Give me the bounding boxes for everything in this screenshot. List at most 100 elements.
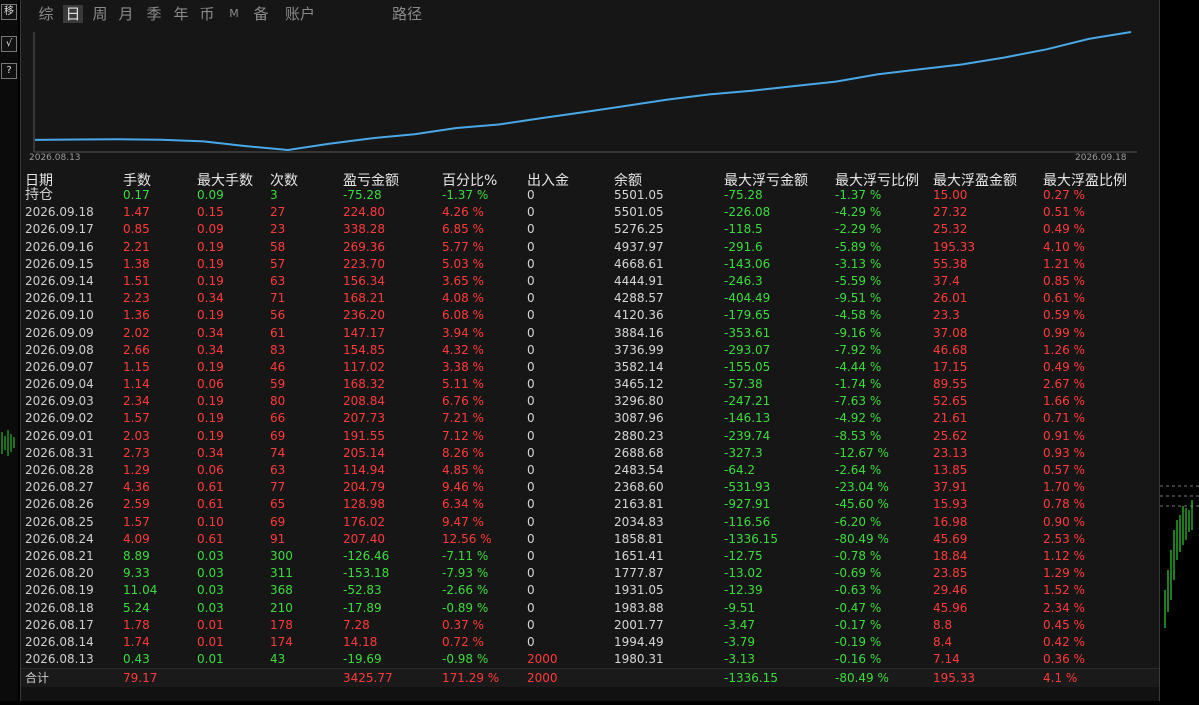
cell-lots: 1.78 [123, 617, 150, 632]
cell-count: 300 [270, 548, 293, 563]
cell-percent: -1.37 % [442, 188, 489, 202]
cell-deposit: 0 [527, 514, 535, 529]
cell-pnl: 14.18 [343, 634, 378, 649]
cell-max-float-loss: -3.79 [724, 634, 756, 649]
cell-count: 80 [270, 394, 286, 409]
tab-yearly[interactable]: 年 [172, 5, 190, 23]
cell-max-float-profit: 23.13 [933, 445, 968, 460]
table-row: 2026.08.17 1.78 0.01 178 7.28 0.37 % 0 2001.77 -… [21, 617, 1159, 634]
cell-deposit: 0 [527, 342, 535, 357]
table-row: 2026.09.01 2.03 0.19 69 191.55 7.12 % 0 2880.23… [21, 428, 1159, 445]
bottom-strip [21, 687, 1159, 701]
cell-max-float-loss: -291.6 [724, 239, 763, 254]
cell-percent: 4.85 % [442, 463, 484, 477]
tab-monthly[interactable]: 月 [117, 5, 135, 23]
cell-count: 63 [270, 463, 286, 477]
cell-max-float-profit: 46.68 [933, 342, 968, 357]
cell-date: 2026.09.08 [25, 342, 94, 357]
tab-notes[interactable]: 备 [252, 5, 270, 23]
cell-max-float-profit-pct: 2.67 % [1043, 377, 1085, 392]
cell-count: 83 [270, 342, 286, 357]
move-tool-button[interactable]: 移 [1, 4, 17, 20]
cell-max-float-loss: -57.38 [724, 377, 763, 392]
cell-pnl: 117.02 [343, 359, 385, 374]
help-tool-button[interactable]: ? [1, 63, 17, 79]
cell-percent: 4.32 % [442, 342, 484, 357]
tab-summary[interactable]: 综 [37, 5, 55, 23]
cell-max-float-loss: -146.13 [724, 411, 771, 426]
table-row: 2026.08.20 9.33 0.03 311 -153.18 -7.93 % 0 1777… [21, 565, 1159, 582]
cell-max-float-loss: -64.2 [724, 463, 756, 477]
cell-max-float-profit-pct: 1.70 % [1043, 480, 1085, 495]
tab-m[interactable]: M [227, 5, 241, 23]
cell-pnl: -75.28 [343, 188, 382, 202]
table-row: 2026.09.04 1.14 0.06 59 168.32 5.11 % 0 3465.12… [21, 376, 1159, 393]
cell-percent: 7.12 % [442, 428, 484, 443]
cell-percent: 9.47 % [442, 514, 484, 529]
check-tool-button[interactable]: √ [1, 36, 17, 52]
cell-max-float-profit-pct: 0.93 % [1043, 445, 1085, 460]
cell-max-float-profit: 25.32 [933, 222, 968, 237]
cell-count: 58 [270, 239, 286, 254]
cell-count: 71 [270, 291, 286, 306]
tab-daily[interactable]: 日 [63, 5, 83, 23]
cell-max-lots: 0.15 [197, 205, 224, 220]
total-max-float-loss-pct: -80.49 % [835, 671, 889, 685]
cell-max-float-profit-pct: 0.61 % [1043, 291, 1085, 306]
cell-max-float-profit: 18.84 [933, 548, 968, 563]
cell-pnl: -52.83 [343, 583, 382, 598]
tab-weekly[interactable]: 周 [91, 5, 109, 23]
cell-max-float-loss-pct: -2.64 % [835, 463, 882, 477]
cell-deposit: 0 [527, 428, 535, 443]
cell-lots: 1.57 [123, 411, 150, 426]
cell-max-float-profit: 45.96 [933, 600, 968, 615]
cell-lots: 4.36 [123, 480, 150, 495]
cell-pnl: 156.34 [343, 273, 385, 288]
cell-balance: 3087.96 [614, 411, 664, 426]
cell-percent: 6.34 % [442, 497, 484, 512]
cell-date: 2026.09.11 [25, 291, 94, 306]
cell-max-float-loss: -927.91 [724, 497, 771, 512]
cell-percent: -0.89 % [442, 600, 489, 615]
cell-max-lots: 0.10 [197, 514, 224, 529]
cell-count: 77 [270, 480, 286, 495]
cell-max-float-loss: -247.21 [724, 394, 771, 409]
cell-lots: 9.33 [123, 566, 150, 581]
cell-max-float-loss: -353.61 [724, 325, 771, 340]
cell-max-float-profit-pct: 0.57 % [1043, 463, 1085, 477]
table-row: 2026.08.28 1.29 0.06 63 114.94 4.85 % 0 2483.54… [21, 462, 1159, 479]
cell-max-float-loss: -116.56 [724, 514, 771, 529]
cell-balance: 4444.91 [614, 273, 664, 288]
cell-pnl: 168.32 [343, 377, 385, 392]
cell-max-float-loss: -246.3 [724, 273, 763, 288]
tab-currency[interactable]: 币 [198, 5, 216, 23]
cell-percent: 7.21 % [442, 411, 484, 426]
cell-max-float-loss: -118.5 [724, 222, 763, 237]
cell-max-float-loss: -1336.15 [724, 531, 778, 546]
cell-max-float-loss-pct: -0.19 % [835, 634, 882, 649]
cell-max-float-profit: 37.4 [933, 273, 960, 288]
cell-balance: 5276.25 [614, 222, 664, 237]
cell-date: 2026.09.17 [25, 222, 94, 237]
cell-percent: 6.76 % [442, 394, 484, 409]
tab-path[interactable]: 路径 [390, 5, 424, 23]
cell-date: 2026.08.28 [25, 463, 94, 477]
cell-percent: 4.26 % [442, 205, 484, 220]
cell-deposit: 0 [527, 222, 535, 237]
cell-max-float-profit-pct: 1.52 % [1043, 583, 1085, 598]
cell-max-float-loss-pct: -5.59 % [835, 273, 882, 288]
tab-account[interactable]: 账户 [283, 5, 317, 23]
cell-percent: -0.98 % [442, 652, 489, 667]
cell-count: 43 [270, 652, 286, 667]
cell-lots: 2.02 [123, 325, 150, 340]
cell-balance: 2034.83 [614, 514, 664, 529]
cell-max-float-loss: -3.13 [724, 652, 756, 667]
total-pnl: 3425.77 [343, 671, 393, 685]
cell-deposit: 0 [527, 394, 535, 409]
table-row: 2026.08.27 4.36 0.61 77 204.79 9.46 % 0 2368.60… [21, 479, 1159, 496]
table-row: 2026.08.18 5.24 0.03 210 -17.89 -0.89 % 0 1983.… [21, 600, 1159, 617]
cell-max-float-profit-pct: 4.10 % [1043, 239, 1085, 254]
cell-date: 2026.08.25 [25, 514, 94, 529]
tab-quarterly[interactable]: 季 [145, 5, 163, 23]
cell-balance: 2163.81 [614, 497, 664, 512]
